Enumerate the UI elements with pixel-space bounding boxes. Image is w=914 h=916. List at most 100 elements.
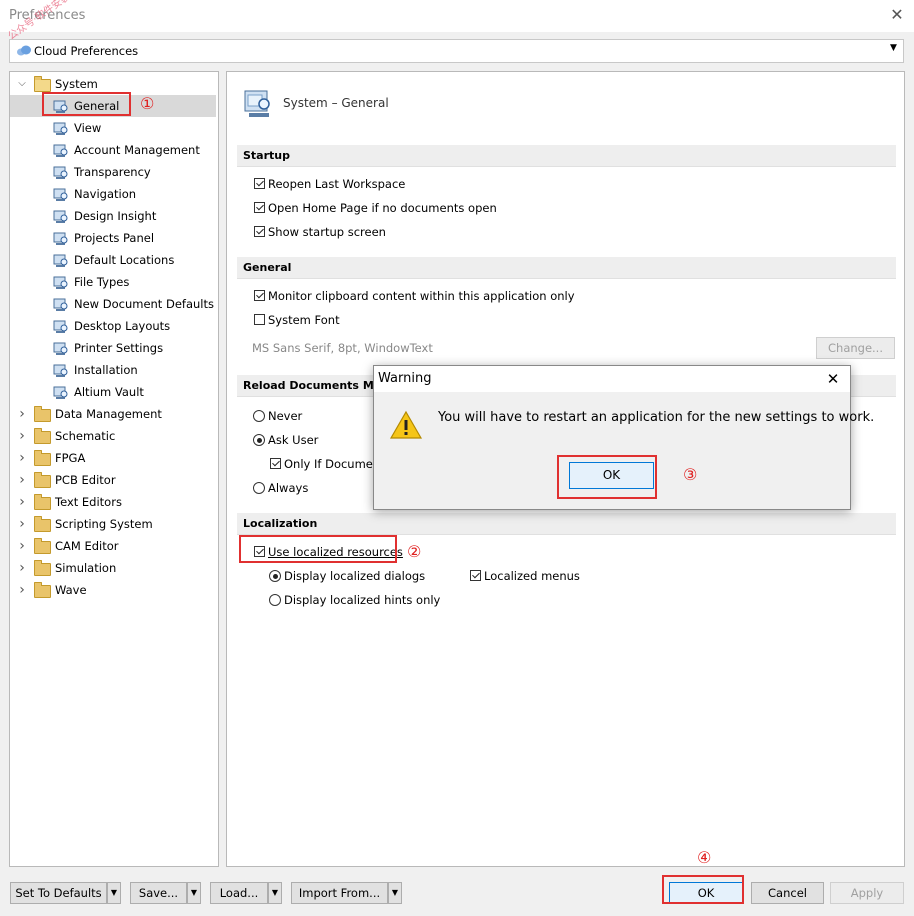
chevron-right-icon[interactable]: › bbox=[17, 447, 27, 469]
reload-never-radio[interactable] bbox=[253, 410, 265, 422]
reload-ask-user-radio[interactable] bbox=[253, 434, 265, 446]
dialog-title: Warning bbox=[378, 371, 432, 386]
open-home-page-checkbox[interactable] bbox=[254, 202, 265, 213]
chevron-right-icon[interactable]: › bbox=[17, 491, 27, 513]
tree-label: Simulation bbox=[55, 561, 117, 575]
chevron-right-icon[interactable]: › bbox=[17, 403, 27, 425]
reload-always-radio[interactable] bbox=[253, 482, 265, 494]
tree-item-text-editors[interactable]: › Text Editors bbox=[10, 491, 216, 513]
tree-item-altium-vault[interactable]: Altium Vault bbox=[10, 381, 216, 403]
chevron-right-icon[interactable]: › bbox=[17, 579, 27, 601]
cloud-preferences-dropdown[interactable]: Cloud Preferences ▼ bbox=[9, 39, 904, 63]
tree-label: Schematic bbox=[55, 429, 116, 443]
cancel-button[interactable]: Cancel bbox=[751, 882, 824, 904]
tree-label: Default Locations bbox=[74, 253, 175, 267]
folder-icon bbox=[34, 450, 51, 466]
tree-label: CAM Editor bbox=[55, 539, 119, 553]
tree-item-simulation[interactable]: › Simulation bbox=[10, 557, 216, 579]
option-label: System Font bbox=[268, 313, 340, 327]
chevron-right-icon[interactable]: › bbox=[17, 425, 27, 447]
preference-page-icon bbox=[53, 165, 68, 179]
tree-item-desktop-layouts[interactable]: Desktop Layouts bbox=[10, 315, 216, 337]
cloud-icon bbox=[17, 45, 31, 56]
folder-icon bbox=[34, 538, 51, 554]
section-header: Localization bbox=[243, 517, 318, 530]
localized-menus-checkbox[interactable] bbox=[470, 570, 481, 581]
tree-item-new-document-defaults[interactable]: New Document Defaults bbox=[10, 293, 216, 315]
tree-label: Printer Settings bbox=[74, 341, 164, 355]
tree-item-account-management[interactable]: Account Management bbox=[10, 139, 216, 161]
option-label: Ask User bbox=[268, 433, 319, 447]
system-general-icon bbox=[244, 90, 270, 117]
tree-item-scripting-system[interactable]: › Scripting System bbox=[10, 513, 216, 535]
only-if-document-checkbox[interactable] bbox=[270, 458, 281, 469]
tree-item-default-locations[interactable]: Default Locations bbox=[10, 249, 216, 271]
chevron-down-icon[interactable]: ▼ bbox=[107, 882, 121, 904]
preferences-tree[interactable]: ⌵ System General View Account Management Tr… bbox=[9, 71, 219, 867]
annotation-2: ② bbox=[407, 542, 422, 561]
set-to-defaults-button[interactable]: Set To Defaults bbox=[10, 882, 107, 904]
display-localized-hints-radio[interactable] bbox=[269, 594, 281, 606]
tree-item-projects-panel[interactable]: Projects Panel bbox=[10, 227, 216, 249]
tree-label: New Document Defaults bbox=[74, 297, 214, 311]
chevron-right-icon[interactable]: › bbox=[17, 469, 27, 491]
save-button[interactable]: Save... bbox=[130, 882, 187, 904]
save-split-button[interactable]: Save... ▼ bbox=[130, 882, 201, 904]
annotation-box-3 bbox=[557, 455, 657, 499]
system-font-checkbox[interactable] bbox=[254, 314, 265, 325]
preference-page-icon bbox=[53, 209, 68, 223]
tree-label: File Types bbox=[74, 275, 130, 289]
preference-page-icon bbox=[53, 231, 68, 245]
tree-label: Transparency bbox=[74, 165, 151, 179]
option-label: Show startup screen bbox=[268, 225, 386, 239]
load-split-button[interactable]: Load... ▼ bbox=[210, 882, 282, 904]
tree-item-fpga[interactable]: › FPGA bbox=[10, 447, 216, 469]
dialog-title-bar: Warning ✕ bbox=[374, 366, 850, 392]
chevron-down-icon[interactable]: ▼ bbox=[388, 882, 402, 904]
tree-item-navigation[interactable]: Navigation bbox=[10, 183, 216, 205]
close-icon[interactable]: ✕ bbox=[887, 5, 907, 25]
set-to-defaults-split-button[interactable]: Set To Defaults ▼ bbox=[10, 882, 121, 904]
chevron-down-icon[interactable]: ▼ bbox=[268, 882, 282, 904]
tree-label: Design Insight bbox=[74, 209, 157, 223]
tree-item-installation[interactable]: Installation bbox=[10, 359, 216, 381]
option-label: Localized menus bbox=[484, 569, 580, 583]
chevron-right-icon[interactable]: › bbox=[17, 513, 27, 535]
tree-label: Scripting System bbox=[55, 517, 153, 531]
import-from-button[interactable]: Import From... bbox=[291, 882, 388, 904]
load-button[interactable]: Load... bbox=[210, 882, 268, 904]
close-icon[interactable]: ✕ bbox=[822, 368, 844, 390]
tree-item-printer-settings[interactable]: Printer Settings bbox=[10, 337, 216, 359]
tree-item-cam-editor[interactable]: › CAM Editor bbox=[10, 535, 216, 557]
option-label: Display localized hints only bbox=[284, 593, 441, 607]
tree-label: PCB Editor bbox=[55, 473, 116, 487]
tree-item-data-management[interactable]: › Data Management bbox=[10, 403, 216, 425]
reopen-workspace-checkbox[interactable] bbox=[254, 178, 265, 189]
tree-item-wave[interactable]: › Wave bbox=[10, 579, 216, 601]
chevron-right-icon[interactable]: › bbox=[17, 557, 27, 579]
apply-button[interactable]: Apply bbox=[830, 882, 904, 904]
chevron-down-icon[interactable]: ▼ bbox=[187, 882, 201, 904]
tree-item-view[interactable]: View bbox=[10, 117, 216, 139]
monitor-clipboard-checkbox[interactable] bbox=[254, 290, 265, 301]
section-header: General bbox=[243, 261, 292, 274]
option-label: Reopen Last Workspace bbox=[268, 177, 406, 191]
warning-icon bbox=[389, 410, 423, 439]
tree-item-file-types[interactable]: File Types bbox=[10, 271, 216, 293]
tree-item-schematic[interactable]: › Schematic bbox=[10, 425, 216, 447]
folder-icon bbox=[34, 472, 51, 488]
preference-page-icon bbox=[53, 363, 68, 377]
display-localized-dialogs-radio[interactable] bbox=[269, 570, 281, 582]
show-startup-screen-checkbox[interactable] bbox=[254, 226, 265, 237]
chevron-down-icon[interactable]: ⌵ bbox=[17, 73, 27, 95]
folder-icon bbox=[34, 428, 51, 444]
folder-icon bbox=[34, 516, 51, 532]
preference-page-icon bbox=[53, 341, 68, 355]
chevron-right-icon[interactable]: › bbox=[17, 535, 27, 557]
change-font-button[interactable]: Change... bbox=[816, 337, 895, 359]
title-bar: Preferences ✕ bbox=[0, 0, 914, 32]
tree-item-pcb-editor[interactable]: › PCB Editor bbox=[10, 469, 216, 491]
tree-item-design-insight[interactable]: Design Insight bbox=[10, 205, 216, 227]
tree-item-transparency[interactable]: Transparency bbox=[10, 161, 216, 183]
import-from-split-button[interactable]: Import From... ▼ bbox=[291, 882, 402, 904]
